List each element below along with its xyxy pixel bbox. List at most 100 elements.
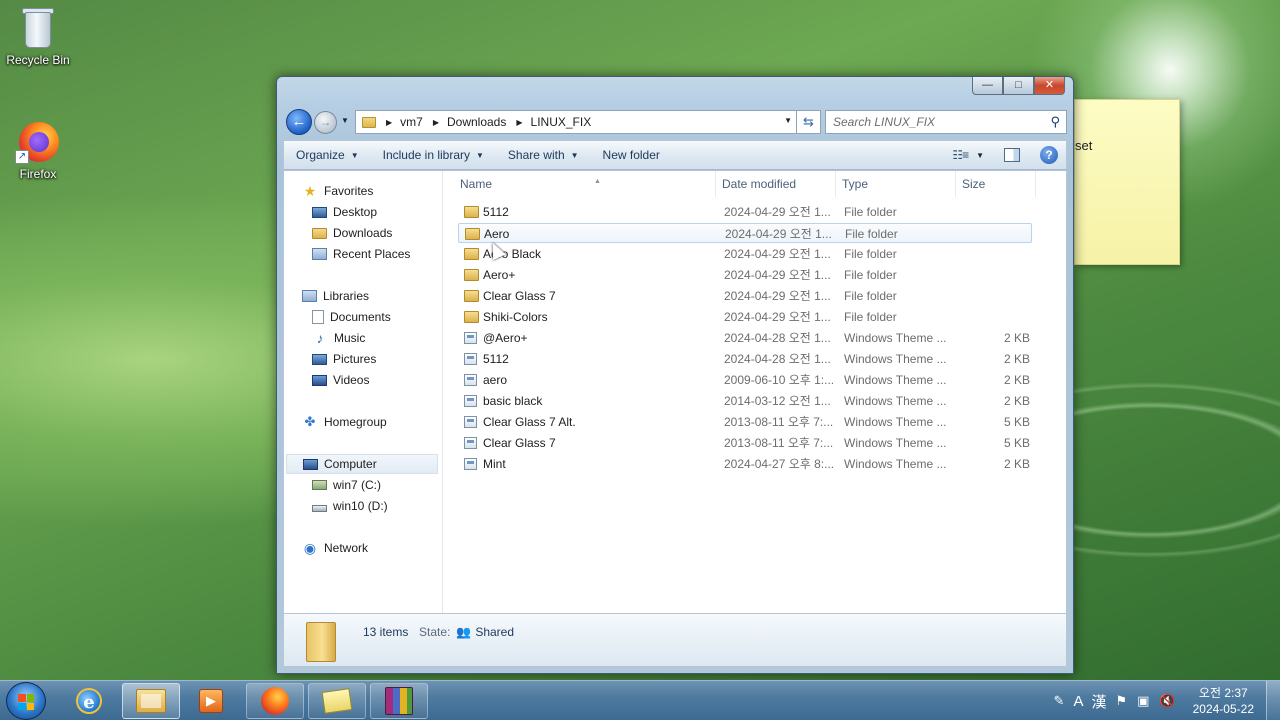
nav-pictures[interactable]: Pictures: [312, 349, 376, 369]
maximize-button[interactable]: □: [1003, 77, 1034, 95]
nav-drive-d[interactable]: win10 (D:): [312, 496, 388, 516]
organize-button[interactable]: Organize ▼: [284, 141, 371, 169]
nav-recent-places[interactable]: Recent Places: [312, 244, 410, 264]
file-name: Aero+: [483, 268, 516, 282]
clock[interactable]: 오전 2:37 2024-05-22: [1193, 685, 1254, 717]
table-row[interactable]: Aero 2024-04-29 오전 1... File folder: [458, 223, 1032, 243]
taskbar-media-player[interactable]: ▶: [182, 683, 240, 719]
nav-homegroup[interactable]: ✤ Homegroup: [302, 412, 387, 432]
nav-desktop[interactable]: Desktop: [312, 202, 377, 222]
file-size: 2 KB: [1003, 457, 1030, 471]
hard-drive-icon: [312, 505, 327, 512]
table-row[interactable]: Shiki-Colors 2024-04-29 오전 1... File folde…: [458, 307, 1032, 327]
network-status-icon[interactable]: ▣: [1137, 693, 1149, 709]
address-bar[interactable]: ▶ vm7 ▶ Downloads ▶ LINUX_FIX ▼: [355, 110, 797, 134]
column-header-date-modified[interactable]: Date modified: [716, 171, 836, 197]
table-row[interactable]: Clear Glass 7 Alt. 2013-08-11 오후 7:... Win…: [458, 412, 1032, 432]
column-label: Type: [842, 177, 869, 191]
action-center-flag-icon[interactable]: ⚑: [1115, 693, 1127, 709]
help-icon[interactable]: ?: [1040, 146, 1058, 164]
table-row[interactable]: Aero Black 2024-04-29 오전 1... File folder: [458, 244, 1032, 264]
ime-mode-hanja[interactable]: 漢: [1091, 691, 1106, 712]
breadcrumb-separator-icon[interactable]: ▶: [516, 118, 522, 127]
column-header-type[interactable]: Type: [836, 171, 956, 197]
table-row[interactable]: Clear Glass 7 2013-08-11 오후 7:... Windows …: [458, 433, 1032, 453]
navigation-pane: ★ Favorites Desktop Downloads Recent Plac…: [284, 171, 443, 613]
breadcrumb-vm7[interactable]: vm7: [400, 115, 423, 129]
sticky-note[interactable]: set: [1074, 99, 1180, 265]
file-date-modified: 2024-04-29 오전 1...: [724, 205, 831, 219]
show-desktop-button[interactable]: [1266, 681, 1280, 720]
taskbar-windows-explorer[interactable]: [122, 683, 180, 719]
file-name-cell: 5112: [464, 202, 509, 222]
nav-drive-c[interactable]: win7 (C:): [312, 475, 381, 495]
table-row[interactable]: 5112 2024-04-28 오전 1... Windows Theme ... 2…: [458, 349, 1032, 369]
file-name-cell: Aero+: [464, 265, 515, 285]
refresh-button[interactable]: ⇆: [797, 110, 821, 134]
nav-network[interactable]: ◉ Network: [302, 538, 368, 558]
search-input[interactable]: [826, 111, 1036, 133]
new-folder-button[interactable]: New folder: [591, 141, 672, 169]
theme-file-icon: [464, 458, 477, 470]
file-size: 2 KB: [1003, 331, 1030, 345]
ime-mode-a[interactable]: A: [1073, 693, 1083, 710]
taskbar-file-manager[interactable]: [308, 683, 366, 719]
table-row[interactable]: Mint 2024-04-27 오후 8:... Windows Theme ...…: [458, 454, 1032, 474]
table-row[interactable]: @Aero+ 2024-04-28 오전 1... Windows Theme ..…: [458, 328, 1032, 348]
back-button[interactable]: ←: [286, 109, 312, 135]
column-header-name[interactable]: Name ▲: [454, 171, 716, 197]
sticky-notes-icon: [321, 688, 353, 714]
taskbar-firefox[interactable]: [246, 683, 304, 719]
file-name: Mint: [483, 457, 506, 471]
taskbar-winrar[interactable]: [370, 683, 428, 719]
desktop-icon-recycle-bin[interactable]: Recycle Bin: [0, 6, 76, 67]
table-row[interactable]: 5112 2024-04-29 오전 1... File folder: [458, 202, 1032, 222]
file-date-modified: 2024-04-27 오후 8:...: [724, 457, 834, 471]
nav-computer[interactable]: Computer: [286, 454, 438, 474]
recent-pages-button[interactable]: ▼: [339, 116, 351, 128]
nav-music[interactable]: ♪ Music: [312, 328, 366, 348]
forward-button[interactable]: →: [314, 111, 337, 134]
table-row[interactable]: Aero+ 2024-04-29 오전 1... File folder: [458, 265, 1032, 285]
ime-pen-icon[interactable]: ✎: [1054, 693, 1065, 709]
breadcrumb-separator-icon[interactable]: ▶: [386, 118, 392, 127]
nav-downloads[interactable]: Downloads: [312, 223, 392, 243]
file-type: File folder: [845, 227, 898, 241]
start-button[interactable]: [6, 682, 46, 720]
pictures-icon: [312, 353, 327, 365]
breadcrumb-linux-fix[interactable]: LINUX_FIX: [531, 115, 592, 129]
breadcrumb-separator-icon[interactable]: ▶: [433, 118, 439, 127]
taskbar-internet-explorer[interactable]: e: [60, 683, 118, 719]
folder-icon: [464, 290, 479, 302]
table-row[interactable]: Clear Glass 7 2024-04-29 오전 1... File fold…: [458, 286, 1032, 306]
nav-libraries[interactable]: Libraries: [302, 286, 369, 306]
nav-label: Homegroup: [324, 415, 387, 429]
table-row[interactable]: basic black 2014-03-12 오전 1... Windows The…: [458, 391, 1032, 411]
address-dropdown-icon[interactable]: ▼: [784, 116, 792, 125]
state-label: State:: [419, 625, 451, 639]
folder-icon: [306, 622, 336, 662]
preview-pane-icon[interactable]: [1004, 148, 1020, 162]
file-list: Name ▲ Date modified Type Size 5112 2024-0…: [444, 171, 1066, 613]
volume-muted-icon[interactable]: 🔇: [1159, 693, 1175, 709]
table-row[interactable]: aero 2009-06-10 오후 1:... Windows Theme ...…: [458, 370, 1032, 390]
nav-documents[interactable]: Documents: [312, 307, 391, 327]
breadcrumb-downloads[interactable]: Downloads: [447, 115, 506, 129]
clock-time: 오전 2:37: [1198, 686, 1248, 700]
network-icon: ◉: [303, 540, 317, 556]
search-icon[interactable]: ⚲: [1050, 114, 1060, 130]
file-name-cell: Clear Glass 7: [464, 433, 556, 453]
nav-label: Libraries: [323, 289, 370, 303]
include-in-library-button[interactable]: Include in library ▼: [371, 141, 496, 169]
nav-favorites[interactable]: ★ Favorites: [302, 181, 374, 201]
file-size: 2 KB: [1003, 394, 1030, 408]
file-name-cell: aero: [464, 370, 507, 390]
column-header-size[interactable]: Size: [956, 171, 1036, 197]
nav-videos[interactable]: Videos: [312, 370, 369, 390]
desktop-icon-firefox[interactable]: ↗ Firefox: [0, 118, 76, 181]
view-options-icon[interactable]: ☷≡: [952, 148, 969, 162]
chevron-down-icon[interactable]: ▼: [976, 151, 984, 160]
close-button[interactable]: ✕: [1034, 77, 1065, 95]
share-with-button[interactable]: Share with ▼: [496, 141, 591, 169]
minimize-button[interactable]: —: [972, 77, 1003, 95]
